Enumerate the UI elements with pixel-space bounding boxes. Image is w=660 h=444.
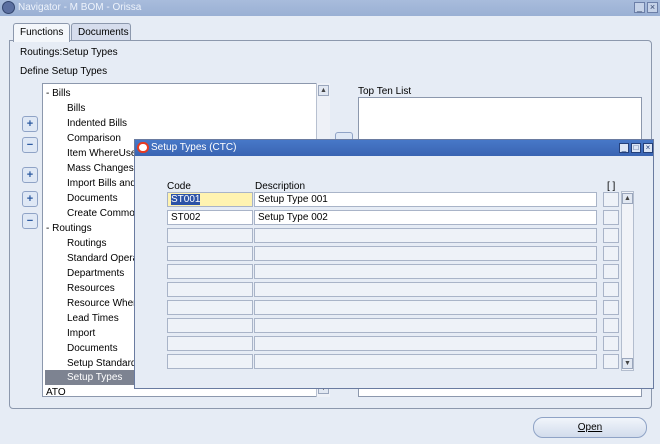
description-cell[interactable] — [254, 246, 597, 261]
flexfield-cell[interactable] — [603, 246, 619, 261]
expand-icon[interactable]: + — [22, 116, 38, 132]
tab-functions[interactable]: Functions — [13, 23, 70, 42]
dialog-title-bar: Setup Types (CTC) _ □ × — [135, 140, 653, 156]
scroll-up-icon[interactable]: ▲ — [622, 193, 633, 204]
flexfield-cell[interactable] — [603, 318, 619, 333]
oracle-logo-icon — [137, 142, 149, 153]
description-cell[interactable] — [254, 354, 597, 369]
description-cell[interactable] — [254, 264, 597, 279]
code-cell[interactable] — [167, 318, 253, 333]
expand-branch-icon[interactable]: + — [22, 167, 38, 183]
code-cell[interactable] — [167, 336, 253, 351]
tab-functions-label: Functions — [20, 27, 64, 38]
close-icon[interactable]: × — [643, 143, 653, 153]
code-cell[interactable] — [167, 264, 253, 279]
minimize-icon[interactable]: _ — [619, 143, 629, 153]
flexfield-cell[interactable] — [603, 300, 619, 315]
flexfield-cell[interactable] — [603, 336, 619, 351]
description-cell[interactable]: Setup Type 001 — [254, 192, 597, 207]
flexfield-cell[interactable] — [603, 192, 619, 207]
code-cell[interactable] — [167, 300, 253, 315]
column-header-flexfield: [ ] — [607, 181, 616, 192]
maximize-icon[interactable]: □ — [631, 143, 641, 153]
code-cell[interactable] — [167, 228, 253, 243]
description-cell[interactable] — [254, 300, 597, 315]
setup-types-dialog: Setup Types (CTC) _ □ × Code Description… — [134, 139, 654, 389]
collapse-all-icon[interactable]: − — [22, 213, 38, 229]
scroll-down-icon[interactable]: ▼ — [622, 358, 633, 369]
code-cell[interactable] — [167, 282, 253, 297]
top-ten-label: Top Ten List — [358, 86, 412, 97]
tab-documents-label: Documents — [78, 27, 129, 38]
tab-documents[interactable]: Documents — [71, 23, 131, 41]
breadcrumb: Routings:Setup Types — [20, 47, 118, 58]
description-cell[interactable]: Setup Type 002 — [254, 210, 597, 225]
description-cell[interactable] — [254, 282, 597, 297]
oracle-navigator-icon — [2, 1, 15, 14]
collapse-icon[interactable]: − — [22, 137, 38, 153]
flexfield-cell[interactable] — [603, 354, 619, 369]
code-cell[interactable]: ST001 — [167, 192, 253, 207]
code-cell[interactable] — [167, 246, 253, 261]
tree-item[interactable]: Bills — [43, 101, 317, 116]
dialog-title: Setup Types (CTC) — [151, 142, 237, 153]
column-header-code: Code — [167, 181, 191, 192]
flexfield-cell[interactable] — [603, 210, 619, 225]
dialog-scrollbar[interactable]: ▲ ▼ — [621, 191, 634, 371]
close-icon[interactable]: × — [647, 2, 658, 13]
scroll-up-icon[interactable]: ▲ — [318, 85, 329, 96]
description-cell[interactable] — [254, 318, 597, 333]
description-cell[interactable] — [254, 336, 597, 351]
open-button-label: Open — [577, 422, 603, 433]
navigator-title-bar: Navigator - M BOM - Orissa _ × — [0, 0, 660, 16]
flexfield-cell[interactable] — [603, 282, 619, 297]
open-button[interactable]: Open — [533, 417, 647, 438]
code-cell[interactable] — [167, 354, 253, 369]
expand-all-icon[interactable]: + — [22, 191, 38, 207]
code-cell[interactable]: ST002 — [167, 210, 253, 225]
tree-item[interactable]: Indented Bills — [43, 116, 317, 131]
description-cell[interactable] — [254, 228, 597, 243]
tree-item-bills-group[interactable]: - Bills — [43, 86, 317, 101]
section-label: Define Setup Types — [20, 66, 108, 77]
minimize-icon[interactable]: _ — [634, 2, 645, 13]
column-header-description: Description — [255, 181, 306, 192]
flexfield-cell[interactable] — [603, 228, 619, 243]
flexfield-cell[interactable] — [603, 264, 619, 279]
navigator-title: Navigator - M BOM - Orissa — [18, 2, 142, 13]
